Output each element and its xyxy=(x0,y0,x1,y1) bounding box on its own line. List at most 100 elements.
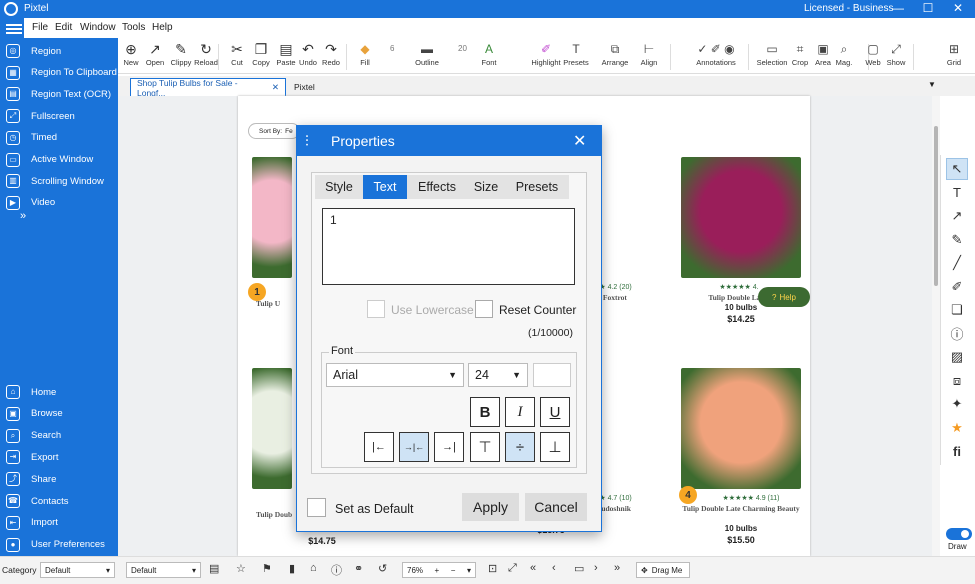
toolbar-presets-button[interactable]: T Presets xyxy=(559,40,593,67)
toolbar-font-button[interactable]: A Font xyxy=(469,40,509,67)
menu-file[interactable]: File xyxy=(32,22,48,33)
sidebar-item-share[interactable]: ⤴ Share xyxy=(0,469,118,489)
info-icon[interactable]: ⓘ xyxy=(331,562,342,578)
info-tool-icon[interactable]: ⓘ xyxy=(946,323,968,345)
menu-edit[interactable]: Edit xyxy=(55,22,72,33)
tab-close-icon[interactable]: ✕ xyxy=(272,82,279,93)
toolbar-new-button[interactable]: ⊕ New xyxy=(118,40,144,68)
dialog-close-icon[interactable]: ✕ xyxy=(573,131,586,151)
scrollbar-thumb[interactable] xyxy=(934,126,938,286)
last-page-icon[interactable]: » xyxy=(614,562,620,574)
menu-help[interactable]: Help xyxy=(152,22,173,33)
layout-icon[interactable]: ▤ xyxy=(209,562,219,575)
tab-text[interactable]: Text xyxy=(363,175,407,199)
bookmark-icon[interactable]: ▮ xyxy=(289,562,295,575)
chevron-down-icon[interactable]: ▾ xyxy=(467,566,471,575)
toolbar-reload-button[interactable]: ↻ Reload xyxy=(193,40,219,68)
align-bottom-button[interactable]: ⊥ xyxy=(540,432,570,462)
zoom-out-icon[interactable]: − xyxy=(451,566,456,575)
page-icon[interactable]: ▭ xyxy=(574,562,584,575)
toolbar-arrange-button[interactable]: ⧉ Arrange xyxy=(598,40,632,67)
align-middle-button[interactable]: ÷ xyxy=(505,432,535,462)
marker-tool-icon[interactable]: ✐ xyxy=(946,276,968,298)
align-top-button[interactable]: ⊤ xyxy=(470,432,500,462)
toolbar-redo-button[interactable]: ↷ Redo xyxy=(318,40,344,68)
tab-presets[interactable]: Presets xyxy=(505,175,569,199)
sidebar-item-region-text-ocr-[interactable]: ▤ Region Text (OCR) xyxy=(0,84,118,104)
magic-tool-icon[interactable]: ✦ xyxy=(946,393,968,415)
underline-button[interactable]: U xyxy=(540,397,570,427)
hamburger-menu-icon[interactable] xyxy=(6,22,22,36)
tab-style[interactable]: Style xyxy=(315,175,363,199)
sidebar-item-search[interactable]: ⌕ Search xyxy=(0,426,118,446)
vertical-scrollbar[interactable] xyxy=(932,96,940,556)
zoom-in-icon[interactable]: + xyxy=(435,566,440,575)
category-select[interactable]: Default ▾ xyxy=(40,562,115,578)
note-tool-icon[interactable]: ❏ xyxy=(946,299,968,321)
font-family-select[interactable]: Arial ▼ xyxy=(326,363,464,387)
font-color-swatch[interactable] xyxy=(533,363,571,387)
toolbar-open-button[interactable]: ↗ Open xyxy=(142,40,168,68)
sidebar-item-import[interactable]: ⇤ Import xyxy=(0,513,118,533)
toolbar-show-button[interactable]: ⤢ Show xyxy=(883,40,909,67)
toolbar-cut-button[interactable]: ✂ Cut xyxy=(224,40,250,68)
pen-tool-icon[interactable]: ✎ xyxy=(946,229,968,251)
first-page-icon[interactable]: « xyxy=(530,562,536,574)
sidebar-item-home[interactable]: ⌂ Home xyxy=(0,382,118,402)
tab-effects[interactable]: Effects xyxy=(407,175,467,199)
close-window-icon[interactable]: ✕ xyxy=(948,1,968,15)
sidebar-item-video[interactable]: ▶ Video xyxy=(0,193,118,213)
draw-toggle[interactable] xyxy=(946,528,972,540)
counter-text-input[interactable]: 1 xyxy=(322,208,575,285)
blur-tool-icon[interactable]: ⧈ xyxy=(946,370,968,392)
sidebar-item-fullscreen[interactable]: ⤢ Fullscreen xyxy=(0,106,118,126)
menu-window[interactable]: Window xyxy=(80,22,116,33)
sidebar-item-user-preferences[interactable]: ● User Preferences xyxy=(0,535,118,555)
text-tool-icon[interactable]: T xyxy=(946,182,968,204)
sidebar-item-export[interactable]: ⇥ Export xyxy=(0,447,118,467)
tab-pixtel[interactable]: Pixtel xyxy=(288,78,328,96)
align-right-button[interactable]: →| xyxy=(434,432,464,462)
italic-button[interactable]: I xyxy=(505,397,535,427)
sidebar-item-region[interactable]: ◎ Region xyxy=(0,41,118,61)
minimize-icon[interactable]: — xyxy=(888,1,908,15)
font-size-select[interactable]: 24 ▼ xyxy=(468,363,528,387)
cancel-button[interactable]: Cancel xyxy=(525,493,587,521)
prev-page-icon[interactable]: ‹ xyxy=(552,562,556,574)
toolbar-outline-button[interactable]: ▬ Outline xyxy=(401,40,453,67)
use-lowercase-checkbox[interactable] xyxy=(367,300,385,318)
zoom-control[interactable]: 76% + − ▾ xyxy=(402,562,476,578)
tab-size[interactable]: Size xyxy=(467,175,505,199)
align-left-button[interactable]: |← xyxy=(364,432,394,462)
align-center-button[interactable]: →|← xyxy=(399,432,429,462)
expand-icon[interactable]: ⤢ xyxy=(508,562,517,575)
star-tool-icon[interactable]: ★ xyxy=(946,417,968,439)
toolbar-align-button[interactable]: ⊢ Align xyxy=(632,40,666,67)
toolbar-clippy-button[interactable]: ✎ Clippy xyxy=(168,40,194,68)
next-page-icon[interactable]: › xyxy=(594,562,598,574)
apply-button[interactable]: Apply xyxy=(462,493,519,521)
tab-list-icon[interactable]: ▼ xyxy=(928,80,936,89)
favorite-star-icon[interactable]: ☆ xyxy=(236,562,246,575)
toolbar-fill-button[interactable]: ◆ Fill xyxy=(345,40,385,67)
sidebar-item-region-to-clipboard[interactable]: ▦ Region To Clipboard xyxy=(0,63,118,83)
select-tool-icon[interactable]: ↖ xyxy=(946,158,968,180)
menu-tools[interactable]: Tools xyxy=(122,22,145,33)
outline-size-value[interactable]: 6 xyxy=(390,44,394,53)
toolbar-mag--button[interactable]: ⌕ Mag. xyxy=(831,40,857,67)
sidebar-item-scrolling-window[interactable]: ▥ Scrolling Window xyxy=(0,171,118,191)
image-tool-icon[interactable]: ▨ xyxy=(946,346,968,368)
set-default-checkbox[interactable] xyxy=(307,498,326,517)
tag-icon[interactable]: ⌂ xyxy=(310,562,317,574)
toolbar-copy-button[interactable]: ❐ Copy xyxy=(248,40,274,68)
fit-icon[interactable]: ⊡ xyxy=(488,562,497,575)
fi-tool-icon[interactable]: fi xyxy=(946,440,968,462)
history-icon[interactable]: ↺ xyxy=(378,562,387,575)
tab-shop-tulip[interactable]: Shop Tulip Bulbs for Sale - Longf... ✕ xyxy=(130,78,286,98)
sidebar-item-timed[interactable]: ◷ Timed xyxy=(0,128,118,148)
font-size-value[interactable]: 20 xyxy=(458,44,467,53)
reset-counter-checkbox[interactable] xyxy=(475,300,493,318)
bold-button[interactable]: B xyxy=(470,397,500,427)
maximize-icon[interactable]: ☐ xyxy=(918,1,938,15)
drag-me-button[interactable]: ✥ Drag Me xyxy=(636,562,690,578)
